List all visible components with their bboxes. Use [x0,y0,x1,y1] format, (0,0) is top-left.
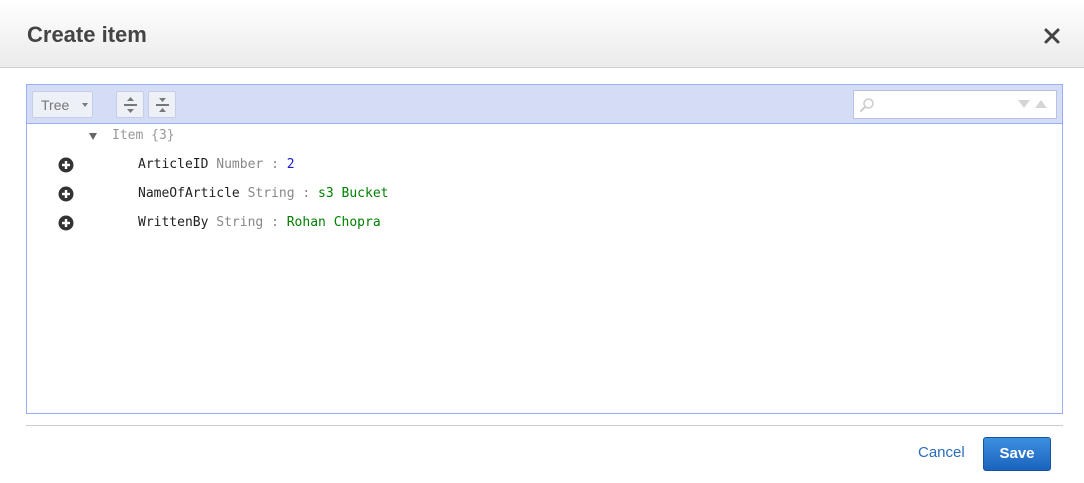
field-entry: WrittenBy String : Rohan Chopra [138,215,381,230]
tree-root-label: Item {3} [112,128,175,143]
field-type[interactable]: Number [216,157,263,172]
field-name[interactable]: ArticleID [138,157,208,172]
create-item-dialog: Create item Tree Item {3} ArticleID Numb… [0,0,1084,483]
plus-circle-icon[interactable] [58,157,74,173]
json-editor: Tree Item {3} ArticleID Number: 2 NameO… [26,84,1063,414]
collapse-toggle-icon[interactable] [89,133,97,140]
mode-label: Tree [41,97,70,113]
field-type[interactable]: String [216,215,263,230]
field-entry: ArticleID Number : 2 [138,157,295,172]
field-name[interactable]: NameOfArticle [138,186,240,201]
footer-divider [26,425,1063,426]
plus-circle-icon[interactable] [58,215,74,231]
cancel-button[interactable]: Cancel [918,444,965,461]
editor-toolbar: Tree [27,85,1062,124]
search-previous-icon[interactable] [1035,100,1047,108]
field-separator: : [271,157,279,172]
close-icon [1044,28,1060,44]
plus-circle-icon[interactable] [58,186,74,202]
field-separator: : [302,186,311,201]
search-box [853,90,1057,119]
collapse-all-button[interactable] [148,91,176,118]
search-input[interactable] [880,95,1010,114]
field-value[interactable]: 2 [287,157,295,172]
field-type[interactable]: String [248,186,295,201]
field-name[interactable]: WrittenBy [138,215,208,230]
dialog-header: Create item [0,0,1084,68]
search-icon [860,98,874,112]
collapse-all-icon [156,98,169,112]
close-button[interactable] [1041,25,1063,47]
dialog-title: Create item [27,22,147,47]
field-value[interactable]: Rohan Chopra [287,215,381,230]
search-next-icon[interactable] [1018,100,1030,108]
root-name: Item [112,128,144,143]
tree-row: WrittenBy String : Rohan Chopra [27,212,1062,234]
tree-view: Item {3} ArticleID Number : 2 NameOfArti… [27,125,1062,413]
field-separator: : [271,215,279,230]
root-count: {3} [151,128,175,143]
tree-row: ArticleID Number : 2 [27,154,1062,176]
field-entry: NameOfArticle String : s3 Bucket [138,186,388,201]
tree-root-row: Item {3} [27,125,1062,147]
expand-all-icon [124,97,137,113]
field-value[interactable]: s3 Bucket [318,186,388,201]
caret-down-icon [82,103,88,107]
expand-all-button[interactable] [116,91,144,118]
mode-dropdown[interactable]: Tree [32,91,93,118]
tree-row: NameOfArticle String : s3 Bucket [27,183,1062,205]
save-button[interactable]: Save [983,437,1051,471]
